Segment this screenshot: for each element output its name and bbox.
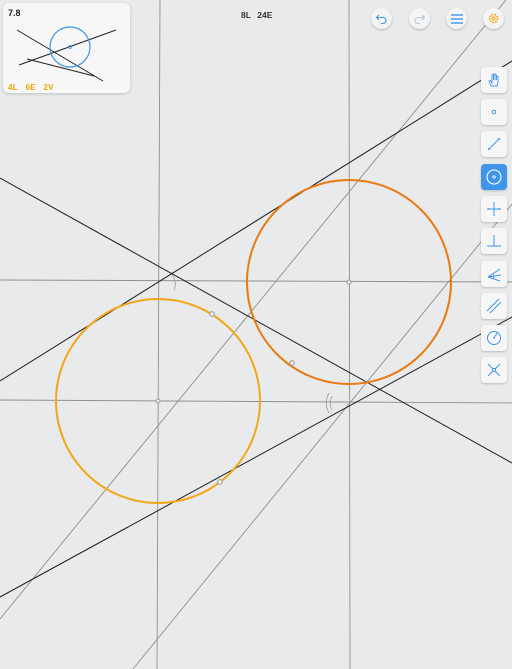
line-tool[interactable]: [481, 131, 507, 157]
angle-mark-right: [330, 395, 333, 411]
point-tangent-middle[interactable]: [289, 360, 295, 366]
horizontal-line-upper[interactable]: [0, 279, 512, 283]
goal-verbs: 2V: [43, 83, 54, 92]
settings-button[interactable]: [483, 8, 504, 29]
level-number: 7.8: [8, 8, 21, 18]
point-tool[interactable]: [481, 99, 507, 125]
perpendicular-bisector-icon: [487, 202, 501, 216]
horizontal-line-lower[interactable]: [0, 399, 512, 404]
geometry-canvas[interactable]: [0, 0, 512, 669]
circle-tool[interactable]: [481, 164, 507, 190]
moves-lines: 8L: [241, 10, 251, 20]
intersect-icon: [487, 363, 501, 377]
level-card[interactable]: 7.8 4L 6E 2V: [3, 3, 130, 93]
goal-lines: 4L: [8, 83, 18, 92]
point-tangent-bottom[interactable]: [217, 479, 223, 485]
compass-tool[interactable]: [481, 325, 507, 351]
moves-euclid: 24E: [257, 10, 273, 20]
settings-icon: [488, 13, 499, 24]
compass-icon: [487, 331, 501, 345]
level-thumbnail: [16, 26, 117, 82]
diagonal-line-b[interactable]: [132, 203, 512, 669]
hand-icon: [488, 73, 499, 87]
parallel-icon: [486, 298, 502, 314]
move-counter: 8L 24E: [241, 10, 276, 20]
circle-icon: [486, 169, 502, 185]
point-orange-center[interactable]: [346, 279, 352, 285]
point-yellow-center[interactable]: [155, 398, 161, 404]
vertical-line-left[interactable]: [156, 0, 161, 669]
menu-icon: [450, 13, 463, 24]
line-icon: [488, 138, 500, 150]
angle-bisector-tool[interactable]: [481, 261, 507, 287]
angle-bisector-icon: [487, 268, 502, 282]
level-goals: 4L 6E 2V: [8, 83, 59, 92]
perpendicular-icon: [487, 235, 501, 247]
angle-mark-right-2: [325, 392, 330, 414]
perpendicular-tool[interactable]: [481, 228, 507, 254]
given-line-3[interactable]: [0, 316, 512, 598]
point-tangent-top[interactable]: [209, 311, 215, 317]
intersect-tool[interactable]: [481, 357, 507, 383]
undo-icon: [375, 14, 387, 25]
menu-button[interactable]: [446, 8, 467, 29]
point-icon: [491, 109, 497, 115]
goal-euclid: 6E: [25, 83, 36, 92]
redo-icon: [414, 14, 426, 25]
angle-mark-left: [171, 274, 176, 291]
hand-move-tool[interactable]: [481, 67, 507, 93]
perpendicular-bisector-tool[interactable]: [481, 196, 507, 222]
parallel-tool[interactable]: [481, 293, 507, 319]
vertical-line-right[interactable]: [348, 0, 351, 669]
redo-button[interactable]: [409, 8, 430, 29]
undo-button[interactable]: [371, 8, 392, 29]
